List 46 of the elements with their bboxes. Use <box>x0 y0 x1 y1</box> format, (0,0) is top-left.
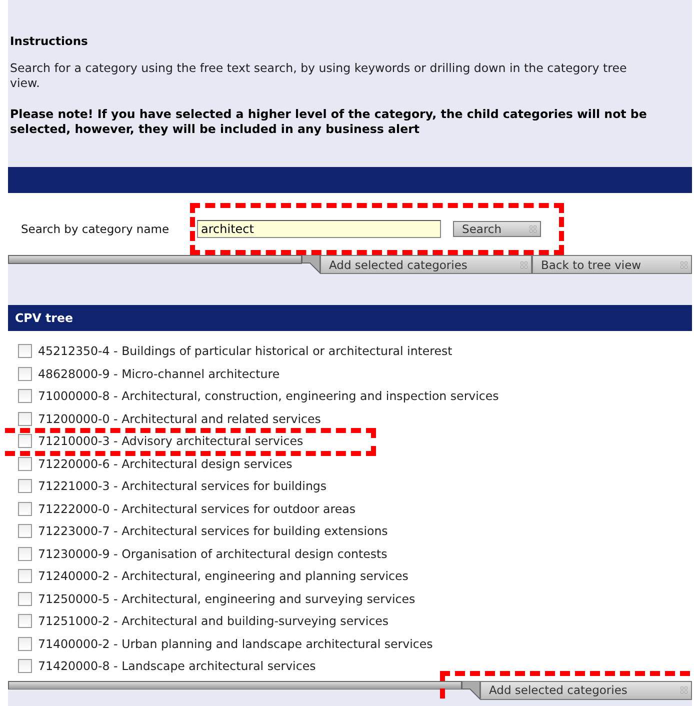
search-field[interactable]: architect <box>197 220 442 238</box>
tree-item[interactable]: 71220000-6 - Architectural design services <box>38 456 292 471</box>
tree-item[interactable]: 71000000-8 - Architectural, construction, engineering and inspection services <box>38 389 499 404</box>
checkbox[interactable] <box>18 659 32 674</box>
toolbar-notch <box>302 255 320 275</box>
search-label: Search by category name <box>21 222 170 236</box>
checkbox[interactable] <box>18 366 32 381</box>
search-button[interactable]: Search <box>453 221 542 237</box>
tree-item[interactable]: 48628000-9 - Micro-channel architecture <box>38 366 280 381</box>
checkbox[interactable] <box>18 456 32 471</box>
tree-item[interactable]: 71223000-7 - Architectural services for building extensions <box>38 524 388 538</box>
tree-title: CPV tree <box>15 311 73 325</box>
tree-item[interactable]: 71251000-2 - Architectural and building-surveying services <box>38 614 389 628</box>
tree-item[interactable]: 71230000-9 - Organisation of architectural design contests <box>38 546 388 561</box>
tree-item[interactable]: 71240000-2 - Architectural, engineering and planning services <box>38 569 408 584</box>
checkbox[interactable] <box>18 636 32 651</box>
checkbox[interactable] <box>18 524 32 538</box>
checkbox[interactable] <box>18 569 32 584</box>
toolbar-notch <box>462 680 480 700</box>
checkbox[interactable] <box>18 344 32 358</box>
instructions-title: Instructions <box>10 34 89 48</box>
instructions-text: Search for a category using the free text search, by using keywords or drilling down in the category tree view. <box>10 61 628 91</box>
action-button[interactable]: Add selected categories <box>320 255 532 274</box>
tree-item[interactable]: 71420000-8 - Landscape architectural services <box>38 659 316 674</box>
tree-item[interactable]: 45212350-4 - Buildings of particular historical or architectural interest <box>38 344 452 358</box>
tree-item[interactable]: 71210000-3 - Advisory architectural services <box>38 434 304 448</box>
tree-item[interactable]: 71222000-0 - Architectural services for outdoor areas <box>38 502 356 516</box>
checkbox[interactable] <box>18 502 32 516</box>
checkbox[interactable] <box>18 546 32 561</box>
tree-item[interactable]: 71250000-5 - Architectural, engineering and surveying services <box>38 592 416 606</box>
grip-icon <box>520 260 528 268</box>
action-button[interactable]: Back to tree view <box>532 255 692 274</box>
tree-item[interactable]: 71400000-2 - Urban planning and landscape architectural services <box>38 636 433 651</box>
checkbox[interactable] <box>18 614 32 628</box>
grip-icon <box>680 686 688 694</box>
tree-item[interactable]: 71221000-3 - Architectural services for buildings <box>38 479 327 494</box>
checkbox[interactable] <box>18 479 32 494</box>
checkbox[interactable] <box>18 389 32 404</box>
action-button[interactable]: Add selected categories <box>480 680 692 700</box>
grip-icon <box>529 225 538 233</box>
tree-item[interactable]: 71200000-0 - Architectural and related services <box>38 412 321 426</box>
grip-icon <box>680 260 688 268</box>
checkbox[interactable] <box>18 412 32 426</box>
instructions-note: Please note! If you have selected a higher level of the category, the child categories will not be selected, however, they will be included in any business alert <box>10 107 648 137</box>
checkbox[interactable] <box>18 592 32 606</box>
checkbox[interactable] <box>18 434 32 448</box>
